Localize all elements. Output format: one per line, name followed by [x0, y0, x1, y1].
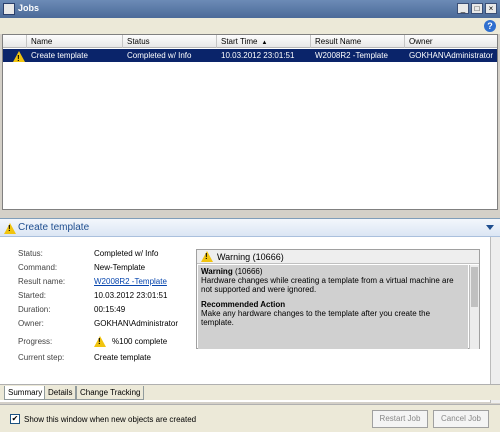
cell-name: Create template — [31, 51, 88, 60]
footer: ✔ Show this window when new objects are … — [0, 404, 500, 432]
jobs-grid: Name Status Start Time ▲ Result Name Owne… — [2, 34, 498, 210]
property-value: %100 complete — [112, 337, 168, 346]
show-window-label: Show this window when new objects are cr… — [24, 415, 197, 424]
property-label: Current step: — [18, 353, 65, 362]
message-box: Warning (10666) Warning (10666) Hardware… — [196, 249, 480, 349]
message-title: Warning (10666) — [217, 252, 284, 262]
result-name-link[interactable]: W2008R2 -Template — [94, 277, 167, 286]
maximize-button[interactable]: □ — [471, 3, 483, 14]
warning-icon — [201, 251, 213, 262]
column-header-start-time[interactable]: Start Time ▲ — [217, 35, 311, 48]
column-header-name[interactable]: Name — [27, 35, 123, 48]
grid-header: Name Status Start Time ▲ Result Name Owne… — [3, 35, 497, 48]
tab-change-tracking[interactable]: Change Tracking — [76, 386, 145, 400]
message-scrollbar[interactable] — [469, 265, 479, 349]
recommended-action-heading: Recommended Action — [201, 300, 286, 309]
close-button[interactable]: × — [485, 3, 497, 14]
property-value: GOKHAN\Administrator — [94, 319, 179, 328]
property-label: Owner: — [18, 319, 44, 328]
column-header-icon[interactable] — [3, 35, 27, 48]
table-row[interactable]: Create template Completed w/ Info 10.03.… — [3, 49, 497, 65]
column-header-start-time-label: Start Time — [221, 37, 258, 46]
details-scrollbar[interactable] — [490, 237, 500, 403]
property-label: Duration: — [18, 305, 51, 314]
cell-owner: GOKHAN\Administrator — [409, 51, 494, 60]
message-body: Warning (10666) Hardware changes while c… — [198, 265, 468, 349]
message-title-bar: Warning (10666) — [197, 250, 479, 264]
property-value: Create template — [94, 353, 151, 362]
jobs-app-icon — [3, 3, 15, 15]
cell-status: Completed w/ Info — [127, 51, 192, 60]
minimize-button[interactable]: _ — [457, 3, 469, 14]
property-label: Command: — [18, 263, 58, 272]
progress-warning-icon — [94, 336, 106, 347]
property-value: New-Template — [94, 263, 146, 272]
message-heading: Warning — [201, 267, 233, 276]
property-label: Started: — [18, 291, 47, 300]
chevron-down-icon[interactable] — [486, 225, 494, 230]
tab-summary[interactable]: Summary — [4, 386, 47, 400]
details-tabs: Summary Details Change Tracking — [0, 384, 500, 400]
show-window-checkbox[interactable]: ✔ — [10, 414, 20, 424]
message-text: Hardware changes while creating a templa… — [201, 276, 454, 294]
title-bar: Jobs _ □ × — [0, 0, 500, 18]
column-header-result-name[interactable]: Result Name — [311, 35, 405, 48]
property-label: Result name: — [18, 277, 66, 286]
property-value: 00:15:49 — [94, 305, 126, 314]
message-code: (10666) — [234, 267, 263, 276]
property-label: Progress: — [18, 337, 53, 346]
toolbar: ? — [0, 18, 500, 34]
cancel-job-button[interactable]: Cancel Job — [433, 410, 489, 428]
tab-details[interactable]: Details — [44, 386, 77, 400]
cell-result-name: W2008R2 -Template — [315, 51, 388, 60]
property-value: 10.03.2012 23:01:51 — [94, 291, 168, 300]
job-details-panel: Create template Status: Completed w/ Inf… — [0, 218, 500, 403]
details-title: Create template — [18, 222, 90, 233]
details-header[interactable]: Create template — [0, 219, 500, 237]
row-warning-icon — [9, 50, 25, 65]
column-header-owner[interactable]: Owner — [405, 35, 497, 48]
column-header-status[interactable]: Status — [123, 35, 217, 48]
window-title: Jobs — [18, 3, 40, 13]
sort-ascending-icon: ▲ — [261, 40, 268, 46]
cell-start-time: 10.03.2012 23:01:51 — [221, 51, 295, 60]
help-icon[interactable]: ? — [484, 20, 496, 32]
property-value: Completed w/ Info — [94, 249, 159, 258]
message-heading-line: Warning (10666) — [201, 267, 465, 276]
property-label: Status: — [18, 249, 43, 258]
restart-job-button[interactable]: Restart Job — [372, 410, 428, 428]
warning-icon — [4, 223, 16, 234]
recommended-action-text: Make any hardware changes to the templat… — [201, 309, 431, 327]
